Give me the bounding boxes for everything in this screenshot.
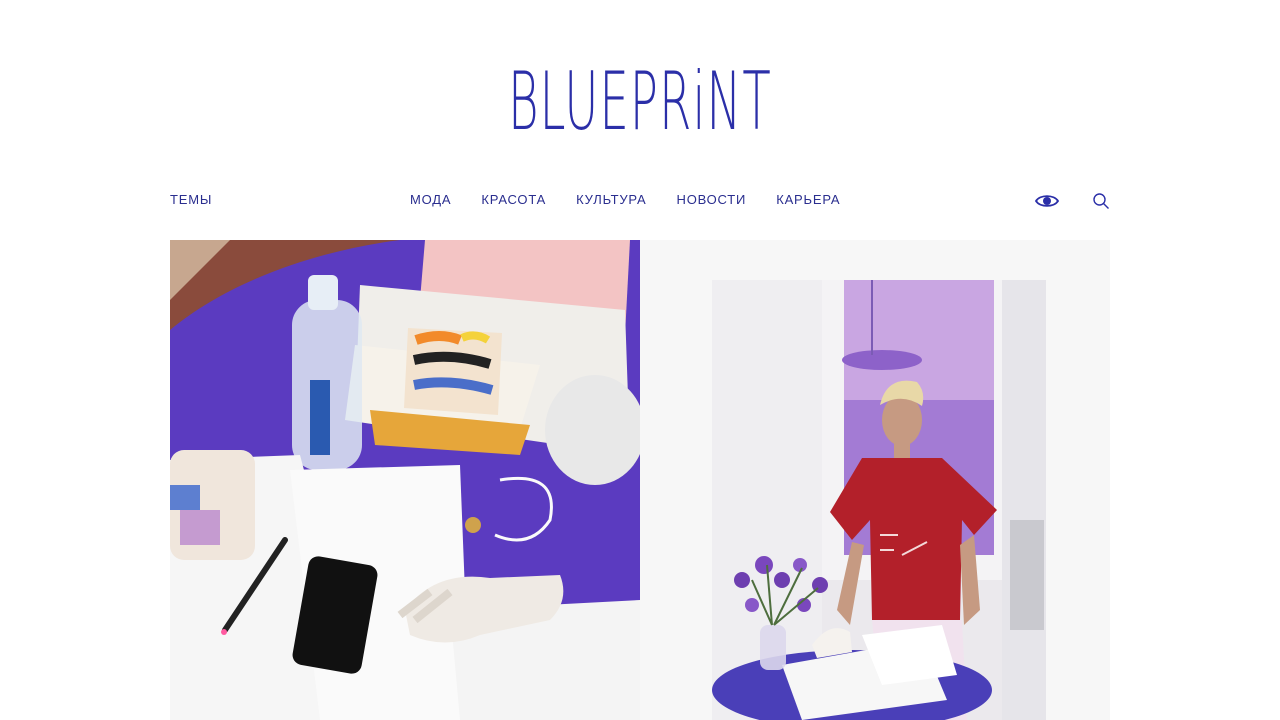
feature-photo-desk[interactable]	[170, 240, 640, 720]
nav-item-career[interactable]: КАРЬЕРА	[776, 192, 840, 207]
search-icon[interactable]	[1092, 192, 1110, 215]
site-logo[interactable]: BLUEPRiNT	[269, 62, 1011, 142]
nav-item-news[interactable]: НОВОСТИ	[677, 192, 747, 207]
nav-item-beauty[interactable]: КРАСОТА	[481, 192, 546, 207]
nav-item-fashion[interactable]: МОДА	[410, 192, 451, 207]
feature-photo-person[interactable]	[640, 240, 1110, 720]
person-photo-frame	[712, 280, 1046, 720]
nav-topics[interactable]: ТЕМЫ	[170, 192, 212, 207]
nav-item-culture[interactable]: КУЛЬТУРА	[576, 192, 646, 207]
main-nav: МОДА КРАСОТА КУЛЬТУРА НОВОСТИ КАРЬЕРА	[410, 192, 840, 207]
eye-icon[interactable]	[1034, 193, 1060, 214]
